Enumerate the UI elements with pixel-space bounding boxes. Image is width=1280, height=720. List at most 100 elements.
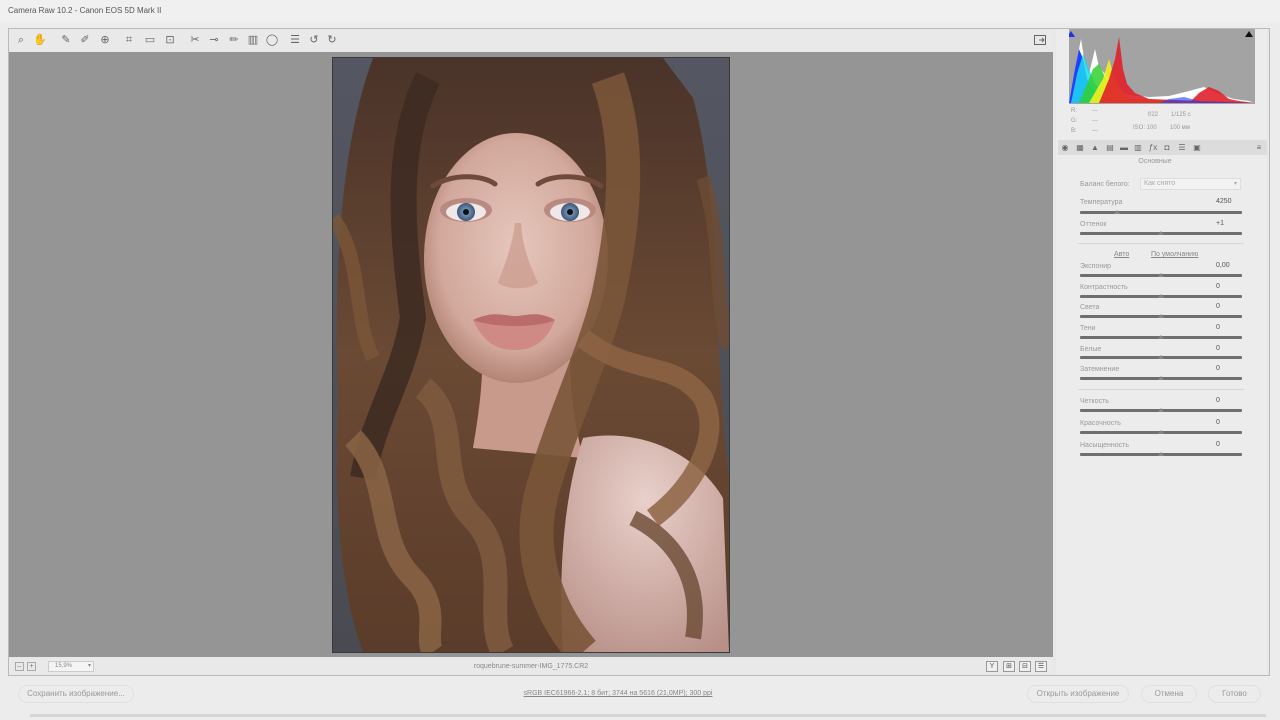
b-value: --- — [1092, 128, 1098, 134]
aperture: f/22 — [1148, 112, 1159, 118]
whites-label: Белые — [1080, 346, 1102, 353]
exposure-value[interactable]: 0,00 — [1212, 261, 1236, 271]
tone-curve-tab-icon[interactable]: ▦ — [1074, 142, 1086, 153]
hand-icon[interactable]: ✋ — [33, 33, 47, 47]
status-bar: – + 15,9% ▾ roquebrune-summer-IMG_1775.C… — [9, 658, 1053, 675]
detail-tab-icon[interactable]: ▲ — [1089, 142, 1101, 153]
split-toning-tab-icon[interactable]: ▬ — [1118, 142, 1130, 153]
presets-tab-icon[interactable]: ☰ — [1176, 142, 1188, 153]
focal-length: 100 мм — [1170, 125, 1190, 131]
basic-tab-icon[interactable]: ◉ — [1059, 142, 1071, 153]
highlights-value[interactable]: 0 — [1212, 302, 1236, 312]
spot-removal-icon[interactable]: ✂ — [188, 33, 202, 47]
saturation-slider[interactable] — [1080, 452, 1242, 456]
chevron-down-icon: ▾ — [1233, 181, 1237, 187]
slider-thumb[interactable] — [1158, 314, 1164, 318]
rotate-left-icon[interactable]: ↺ — [307, 33, 321, 47]
shadows-slider[interactable] — [1080, 335, 1242, 339]
auto-link[interactable]: Авто — [1114, 251, 1129, 258]
blacks-value[interactable]: 0 — [1212, 364, 1236, 374]
saturation-label: Насыщенность — [1080, 442, 1130, 449]
white-balance-value: Как снято — [1144, 180, 1176, 187]
saturation-value[interactable]: 0 — [1212, 440, 1236, 450]
red-eye-icon[interactable]: ⊸ — [207, 33, 221, 47]
open-image-button[interactable]: Открыть изображение — [1027, 685, 1129, 703]
tint-slider[interactable] — [1080, 231, 1242, 235]
r-label: R: — [1071, 108, 1077, 114]
r-value: --- — [1092, 108, 1098, 114]
file-name: roquebrune-summer-IMG_1775.CR2 — [473, 663, 589, 670]
contrast-value[interactable]: 0 — [1212, 282, 1236, 292]
copy-settings-button[interactable]: ⊟ — [1019, 661, 1031, 672]
hsl-tab-icon[interactable]: ▤ — [1104, 142, 1116, 153]
tint-label: Оттенок — [1080, 221, 1107, 228]
slider-thumb[interactable] — [1158, 430, 1164, 434]
vibrance-slider[interactable] — [1080, 430, 1242, 434]
white-balance-label: Баланс белого: — [1080, 181, 1130, 188]
color-sampler-icon[interactable]: ✐ — [78, 33, 92, 47]
window-title: Camera Raw 10.2 - Canon EOS 5D Mark II — [8, 6, 162, 15]
transform-icon[interactable]: ⊡ — [163, 33, 177, 47]
default-link[interactable]: По умолчанию — [1151, 251, 1198, 258]
iso: ISO: 100 — [1133, 125, 1157, 131]
snapshots-tab-icon[interactable]: ▣ — [1191, 142, 1203, 153]
slider-thumb[interactable] — [1158, 294, 1164, 298]
blacks-label: Затемнение — [1080, 366, 1120, 373]
done-button[interactable]: Готово — [1208, 685, 1261, 703]
straighten-icon[interactable]: ▭ — [143, 33, 157, 47]
blacks-slider[interactable] — [1080, 376, 1242, 380]
clarity-slider[interactable] — [1080, 408, 1242, 412]
panel-tabs: ◉ ▦ ▲ ▤ ▬ ▥ ƒx ◘ ☰ ▣ ≡ — [1058, 140, 1267, 155]
contrast-label: Контрастность — [1080, 284, 1128, 291]
window-bottom-edge — [30, 714, 1266, 717]
rotate-right-icon[interactable]: ↻ — [325, 33, 339, 47]
white-balance-icon[interactable]: ✎ — [59, 33, 73, 47]
slider-thumb[interactable] — [1114, 210, 1121, 214]
slider-thumb[interactable] — [1158, 231, 1164, 235]
temperature-value[interactable]: 4250 — [1212, 197, 1236, 207]
graduated-filter-icon[interactable]: ▥ — [246, 33, 260, 47]
panel-menu-icon[interactable]: ≡ — [1253, 142, 1265, 153]
clarity-value[interactable]: 0 — [1212, 396, 1236, 406]
slider-thumb[interactable] — [1158, 335, 1164, 339]
slider-thumb[interactable] — [1158, 273, 1164, 277]
shadows-value[interactable]: 0 — [1212, 323, 1236, 333]
fullscreen-icon[interactable] — [1033, 33, 1047, 47]
temperature-label: Температура — [1080, 199, 1123, 206]
temperature-slider[interactable] — [1080, 210, 1242, 214]
crop-icon[interactable]: ⌗ — [122, 33, 136, 47]
contrast-slider[interactable] — [1080, 294, 1242, 298]
vibrance-value[interactable]: 0 — [1212, 418, 1236, 428]
lens-tab-icon[interactable]: ▥ — [1132, 142, 1144, 153]
histogram — [1069, 29, 1255, 104]
photo-preview[interactable] — [332, 57, 730, 653]
adjustment-brush-icon[interactable]: ✏ — [227, 33, 241, 47]
slider-thumb[interactable] — [1158, 355, 1164, 359]
slider-thumb[interactable] — [1158, 452, 1164, 456]
camera-calibration-tab-icon[interactable]: ◘ — [1161, 142, 1173, 153]
swap-settings-button[interactable]: ⊞ — [1003, 661, 1015, 672]
exposure-slider[interactable] — [1080, 273, 1242, 277]
preferences-icon[interactable]: ☰ — [288, 33, 302, 47]
targeted-adjustment-icon[interactable]: ⊕ — [98, 33, 112, 47]
divider — [1078, 389, 1244, 390]
vibrance-label: Красочность — [1080, 420, 1121, 427]
before-after-toggle-button[interactable]: Y — [986, 661, 998, 672]
cancel-button[interactable]: Отмена — [1141, 685, 1197, 703]
zoom-icon[interactable]: ⌕ — [14, 33, 28, 47]
highlights-slider[interactable] — [1080, 314, 1242, 318]
divider — [1078, 243, 1244, 244]
section-title: Основные — [1138, 158, 1172, 165]
g-label: G: — [1071, 118, 1078, 124]
radial-filter-icon[interactable]: ◯ — [265, 33, 279, 47]
whites-value[interactable]: 0 — [1212, 344, 1236, 354]
whites-slider[interactable] — [1080, 355, 1242, 359]
slider-thumb[interactable] — [1158, 376, 1164, 380]
b-label: B: — [1071, 128, 1077, 134]
white-balance-select[interactable]: Как снято ▾ — [1140, 178, 1241, 190]
effects-tab-icon[interactable]: ƒx — [1147, 142, 1159, 153]
tint-value[interactable]: +1 — [1212, 219, 1236, 229]
view-settings-button[interactable]: ☰ — [1035, 661, 1047, 672]
highlights-label: Света — [1080, 304, 1100, 311]
slider-thumb[interactable] — [1158, 408, 1164, 412]
